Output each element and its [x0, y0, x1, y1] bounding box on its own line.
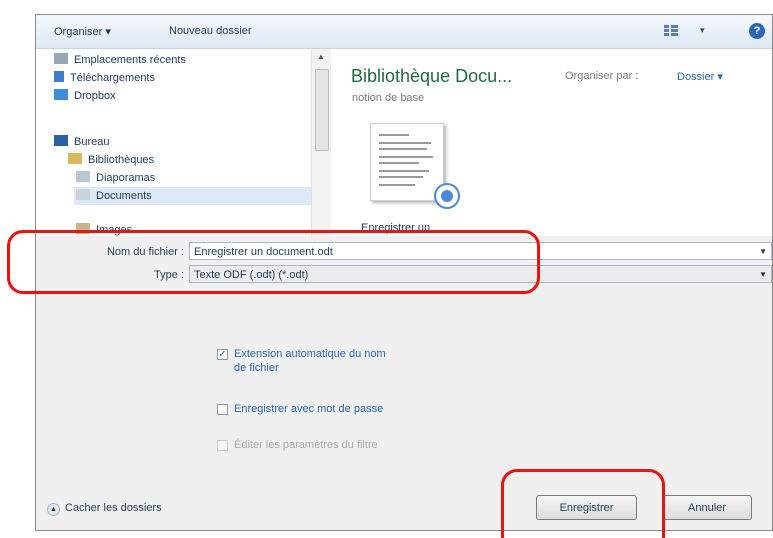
organize-menu-button[interactable]: Organiser ▾ [54, 25, 111, 38]
recent-places-icon [54, 53, 68, 64]
password-option[interactable]: Enregistrer avec mot de passe [217, 402, 387, 416]
arrange-by-label: Organiser par : [565, 70, 639, 82]
document-page-icon [370, 123, 444, 201]
odt-badge-icon [434, 183, 460, 209]
arrange-by-dropdown[interactable]: Dossier ▾ [677, 70, 723, 83]
hide-folders-toggle[interactable]: ▲ Cacher les dossiers [47, 502, 162, 516]
dialog-toolbar: Organiser ▾ Nouveau dossier ▾ ? [36, 15, 772, 49]
downloads-icon [54, 71, 64, 82]
auto-extension-checkbox[interactable]: ✓ [217, 349, 228, 360]
help-icon[interactable]: ? [749, 23, 765, 39]
nav-item-libraries[interactable]: Bibliothèques [68, 151, 154, 169]
libraries-icon [68, 153, 82, 164]
chevron-down-icon[interactable]: ▼ [759, 243, 767, 261]
file-list-pane: Bibliothèque Docu... notion de base Orga… [331, 49, 772, 249]
nav-item-label: Bureau [74, 136, 110, 148]
nav-item-downloads[interactable]: Téléchargements [54, 69, 155, 87]
nav-item-label: Documents [96, 190, 152, 202]
library-subtitle: notion de base [352, 92, 425, 104]
highlight-box-save-button [501, 469, 665, 538]
desktop-icon [54, 135, 68, 146]
nav-item-desktop[interactable]: Bureau [54, 133, 109, 151]
navigation-scrollbar[interactable]: ▲ [311, 49, 331, 236]
view-dropdown-icon[interactable]: ▾ [700, 25, 705, 36]
password-label: Enregistrer avec mot de passe [234, 403, 384, 415]
nav-item-label: Diaporamas [96, 172, 156, 184]
view-options-icon[interactable] [664, 25, 678, 36]
hide-folders-label: Cacher les dossiers [65, 502, 162, 514]
documents-icon [76, 189, 90, 200]
scroll-up-icon[interactable]: ▲ [317, 52, 325, 61]
chevron-down-icon[interactable]: ▼ [759, 266, 767, 284]
filter-settings-label: Éditer les paramètres du filtre [234, 439, 378, 451]
slideshows-icon [76, 171, 90, 182]
dropbox-icon [54, 89, 68, 100]
scrollbar-thumb[interactable] [315, 69, 329, 151]
nav-item-dropbox[interactable]: Dropbox [54, 87, 116, 105]
password-checkbox[interactable] [217, 404, 228, 415]
nav-item-recent-places[interactable]: Emplacements récents [54, 51, 186, 69]
auto-extension-option[interactable]: ✓ Extension automatique du nom de fichie… [217, 347, 387, 375]
new-folder-button[interactable]: Nouveau dossier [169, 25, 252, 37]
auto-extension-label: Extension automatique du nom de fichier [234, 348, 386, 374]
nav-item-label: Téléchargements [70, 72, 155, 84]
navigation-pane: Emplacements récents Téléchargements Dro… [36, 49, 311, 236]
library-title: Bibliothèque Docu... [351, 66, 513, 86]
file-thumbnail[interactable] [360, 119, 460, 209]
cancel-button[interactable]: Annuler [662, 495, 752, 520]
chevron-up-icon: ▲ [47, 503, 60, 516]
filter-settings-checkbox [217, 440, 228, 451]
filter-settings-option: Éditer les paramètres du filtre [217, 438, 387, 452]
nav-item-documents[interactable]: Documents [74, 187, 311, 205]
highlight-box-filename-type [7, 230, 540, 294]
nav-item-label: Emplacements récents [74, 54, 186, 66]
nav-item-label: Bibliothèques [88, 154, 155, 166]
nav-item-label: Dropbox [74, 90, 116, 102]
nav-item-slideshows[interactable]: Diaporamas [76, 169, 155, 187]
